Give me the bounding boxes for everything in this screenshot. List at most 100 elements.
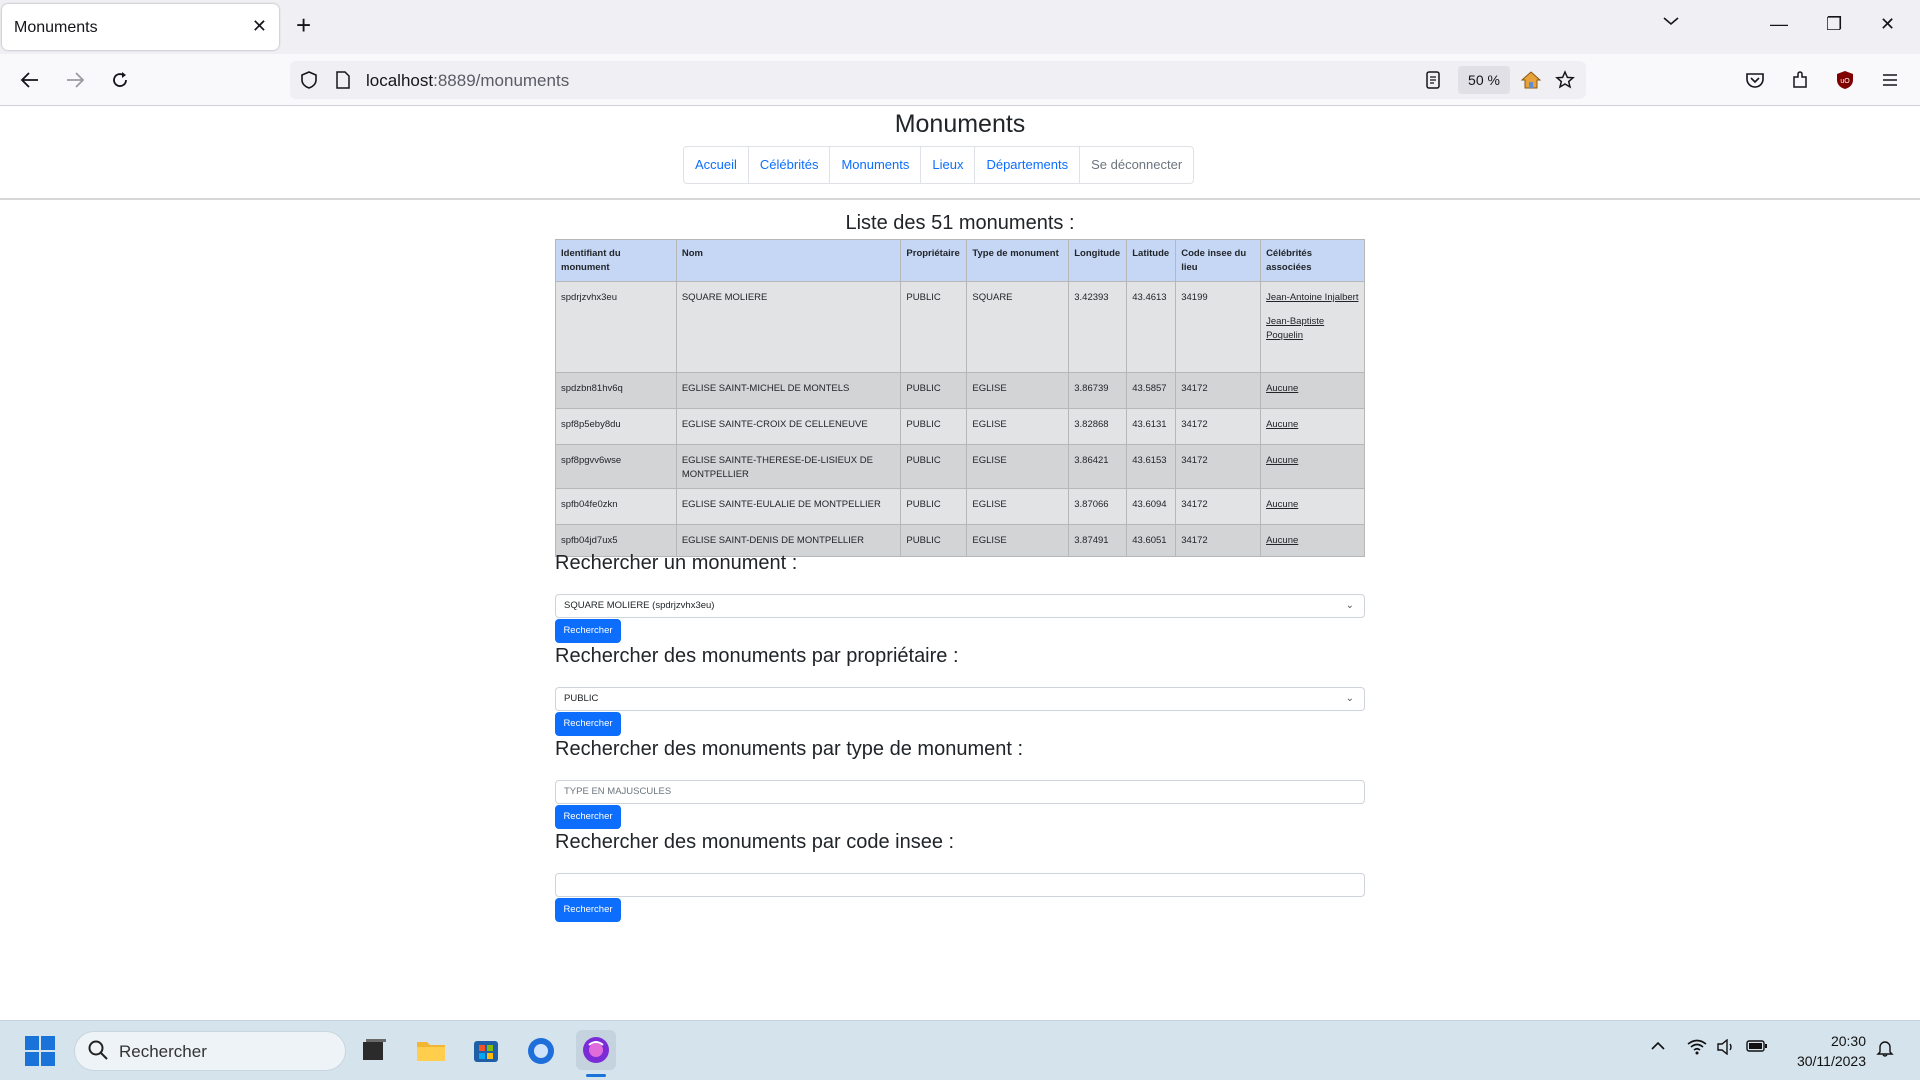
reload-icon[interactable] (107, 67, 133, 93)
volume-icon[interactable] (1716, 1038, 1736, 1060)
minimize-icon[interactable]: — (1770, 14, 1788, 35)
cell-type: EGLISE (966, 524, 1070, 557)
celebrity-link[interactable]: Aucune (1266, 419, 1298, 430)
ublock-icon[interactable]: uO (1832, 67, 1858, 93)
menu-item-lieux[interactable]: Lieux (921, 147, 976, 183)
file-explorer-icon[interactable] (411, 1030, 451, 1070)
shield-icon[interactable] (296, 67, 322, 93)
pocket-icon[interactable] (1742, 67, 1768, 93)
header-type: Type de monument (966, 239, 1070, 282)
monument-select-value: SQUARE MOLIERE (spdrjzvhx3eu) (564, 600, 715, 611)
cell-insee: 34172 (1175, 524, 1262, 557)
cell-insee: 34172 (1175, 444, 1262, 489)
back-icon[interactable] (17, 67, 43, 93)
cell-proprietaire: PUBLIC (900, 524, 968, 557)
cell-proprietaire: PUBLIC (900, 372, 968, 409)
cell-type: EGLISE (966, 444, 1070, 489)
menu-item-logout[interactable]: Se déconnecter (1080, 147, 1193, 183)
notification-bell-icon[interactable] (1876, 1039, 1894, 1062)
cell-nom: EGLISE SAINTE-CROIX DE CELLENEUVE (675, 408, 902, 445)
forward-icon[interactable] (62, 67, 88, 93)
restore-icon[interactable]: ❐ (1826, 14, 1842, 35)
close-tab-icon[interactable]: ✕ (252, 16, 267, 37)
reader-view-icon[interactable] (1420, 67, 1446, 93)
tab-title: Monuments (14, 19, 98, 36)
cell-longitude: 3.42393 (1068, 281, 1128, 373)
system-clock[interactable]: 20:30 30/11/2023 (1797, 1031, 1866, 1071)
celebrity-link[interactable]: Aucune (1266, 383, 1298, 394)
cell-nom: EGLISE SAINT-MICHEL DE MONTELS (675, 372, 902, 409)
url-path: :8889/monuments (433, 71, 570, 90)
header-nom: Nom (675, 239, 902, 282)
cell-id: spf8pgvv6wse (555, 444, 677, 489)
header-proprietaire: Propriétaire (900, 239, 968, 282)
cell-celebrites: Aucune (1260, 524, 1365, 557)
table-row: spdrjzvhx3eu SQUARE MOLIERE PUBLIC SQUAR… (555, 281, 1365, 373)
cell-insee: 34172 (1175, 372, 1262, 409)
taskbar-search[interactable]: Rechercher (74, 1031, 346, 1071)
tab-bar: Monuments ✕ + — ❐ ✕ (0, 0, 1920, 54)
cell-latitude: 43.4613 (1126, 281, 1177, 373)
tab-monuments[interactable]: Monuments ✕ (2, 4, 279, 50)
owner-select[interactable]: PUBLIC ⌄ (555, 687, 1365, 711)
type-input[interactable]: TYPE EN MAJUSCULES (555, 780, 1365, 804)
menu-item-celebrites[interactable]: Célébrités (749, 147, 831, 183)
monument-select[interactable]: SQUARE MOLIERE (spdrjzvhx3eu) ⌄ (555, 594, 1365, 618)
menu-item-monuments[interactable]: Monuments (830, 147, 922, 183)
menu-item-departements[interactable]: Départements (975, 147, 1081, 183)
cell-id: spdrjzvhx3eu (555, 281, 677, 373)
search-insee-button[interactable]: Rechercher (555, 898, 621, 922)
search-monument-title: Rechercher un monument : (555, 552, 798, 574)
clock-time: 20:30 (1830, 1033, 1866, 1049)
search-owner-button[interactable]: Rechercher (555, 712, 621, 736)
menu-icon[interactable] (1877, 67, 1903, 93)
extensions-icon[interactable] (1787, 67, 1813, 93)
chevron-down-icon[interactable] (1662, 14, 1680, 32)
cell-proprietaire: PUBLIC (900, 281, 968, 373)
battery-icon[interactable] (1746, 1039, 1768, 1058)
task-view-icon[interactable] (354, 1030, 394, 1070)
new-tab-icon[interactable]: + (296, 12, 311, 38)
store-icon[interactable] (466, 1030, 506, 1070)
url-text[interactable]: localhost:8889/monuments (366, 71, 569, 91)
celebrity-link[interactable]: Jean-Baptiste Poquelin (1266, 315, 1359, 343)
taskbar: Rechercher 20:30 30/11/2023 (0, 1020, 1920, 1080)
wifi-icon[interactable] (1687, 1039, 1707, 1060)
cell-celebrites: Aucune (1260, 408, 1365, 445)
cell-nom: EGLISE SAINTE-THERESE-DE-LISIEUX DE MONT… (675, 444, 902, 489)
zoom-level[interactable]: 50 % (1458, 66, 1510, 94)
celebrity-link[interactable]: Aucune (1266, 499, 1298, 510)
cell-id: spf8p5eby8du (555, 408, 677, 445)
url-bar[interactable]: localhost:8889/monuments 50 % (290, 61, 1586, 99)
cell-nom: EGLISE SAINTE-EULALIE DE MONTPELLIER (675, 488, 902, 525)
windows-start-icon[interactable] (24, 1035, 56, 1072)
cell-insee: 34199 (1175, 281, 1262, 373)
page-icon (330, 67, 356, 93)
celebrity-link[interactable]: Jean-Antoine Injalbert (1266, 291, 1359, 305)
close-window-icon[interactable]: ✕ (1880, 14, 1895, 35)
search-monument-button[interactable]: Rechercher (555, 619, 621, 643)
taskbar-search-placeholder: Rechercher (119, 1042, 207, 1061)
header-celebrites: Célébrités associées (1260, 239, 1365, 282)
navigation-toolbar: localhost:8889/monuments 50 % uO (0, 54, 1920, 106)
cell-longitude: 3.87491 (1068, 524, 1128, 557)
cell-type: EGLISE (966, 372, 1070, 409)
menu-item-accueil[interactable]: Accueil (684, 147, 749, 183)
firefox-dev-icon[interactable] (576, 1030, 616, 1070)
cell-latitude: 43.5857 (1126, 372, 1177, 409)
table-row: spf8pgvv6wse EGLISE SAINTE-THERESE-DE-LI… (555, 444, 1365, 489)
cell-celebrites: Jean-Antoine Injalbert Jean-Baptiste Poq… (1260, 281, 1365, 373)
home-icon[interactable] (1518, 67, 1544, 93)
insee-input[interactable] (555, 873, 1365, 897)
search-insee-title: Rechercher des monuments par code insee … (555, 831, 955, 853)
page-title: Monuments (894, 110, 1026, 138)
celebrity-link[interactable]: Aucune (1266, 455, 1298, 466)
divider (0, 198, 1920, 200)
celebrity-link[interactable]: Aucune (1266, 535, 1298, 546)
chevron-up-icon[interactable] (1650, 1039, 1666, 1057)
thunderbird-icon[interactable] (521, 1030, 561, 1070)
bookmark-star-icon[interactable] (1552, 67, 1578, 93)
cell-nom: SQUARE MOLIERE (675, 281, 902, 373)
search-type-button[interactable]: Rechercher (555, 805, 621, 829)
url-host: localhost (366, 71, 434, 90)
